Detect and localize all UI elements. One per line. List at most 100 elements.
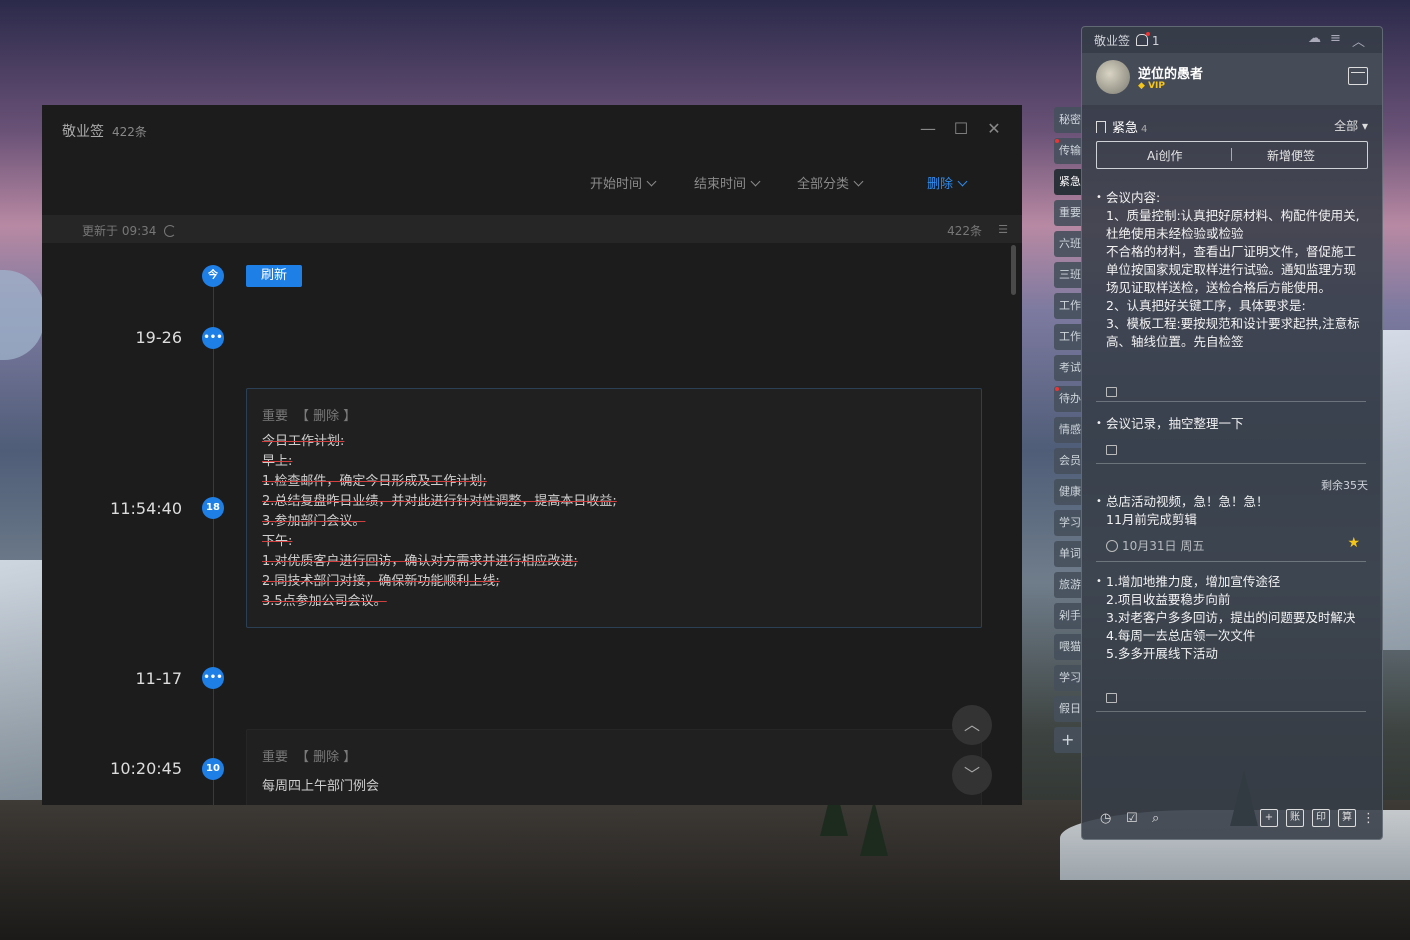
card-line: 早上: — [262, 454, 293, 469]
card-header: 重要【 删除 】 — [262, 746, 981, 765]
refresh-icon[interactable] — [164, 225, 177, 237]
side-tab[interactable]: 剁手 — [1054, 603, 1082, 629]
side-tab[interactable]: 秘密 — [1054, 107, 1082, 133]
note-card[interactable]: 重要【 删除 】 每周四上午部门例会 — [246, 729, 982, 805]
updated-time: 更新于 09:34 — [82, 222, 177, 239]
note-card[interactable]: 重要【 删除 】 今日工作计划: 早上: 1.检查邮件，确定今日形成及工作计划;… — [246, 388, 982, 628]
username: 逆位的愚者 — [1138, 67, 1204, 82]
background-lake — [0, 270, 44, 360]
chevron-down-icon — [853, 176, 864, 187]
timeline-expand-dot[interactable]: ••• — [202, 327, 224, 349]
minimize-icon[interactable]: — — [918, 119, 938, 139]
due-date: 10月31日 周五 — [1106, 537, 1204, 554]
maximize-icon[interactable]: ☐ — [951, 119, 971, 139]
side-tab[interactable]: 学习 — [1054, 665, 1082, 691]
ledger-button[interactable]: 账 — [1286, 809, 1304, 827]
side-tab-active[interactable]: 紧急 — [1054, 169, 1082, 195]
note-count: 422条 — [112, 125, 147, 139]
card-line: 3.参加部门会议。 — [262, 514, 366, 529]
lock-icon — [1106, 693, 1117, 703]
side-tab[interactable]: 考试 — [1054, 355, 1082, 381]
card-line: 2.总结复盘昨日业绩，并对此进行针对性调整，提高本日收益; — [262, 494, 617, 509]
panel-action-bar: Ai创作 新增便签 — [1096, 141, 1368, 169]
more-icon[interactable]: ⋮ — [1362, 811, 1375, 826]
clock-icon — [1106, 540, 1118, 552]
filter-all-dropdown[interactable]: 全部 ▾ — [1334, 117, 1368, 134]
checklist-icon[interactable]: ☑ — [1126, 811, 1138, 826]
side-tab[interactable]: 单词 — [1054, 541, 1082, 567]
search-icon[interactable]: ⌕ — [1152, 811, 1159, 826]
side-tab[interactable]: 工作 — [1054, 324, 1082, 350]
notif-count: 1 — [1151, 34, 1160, 48]
side-tab[interactable]: 喂猫 — [1054, 634, 1082, 660]
side-tab[interactable]: 会员 — [1054, 448, 1082, 474]
window-title: 敬业签 422条 — [62, 121, 147, 141]
close-icon[interactable]: ✕ — [984, 119, 1004, 139]
note-item[interactable]: • 会议记录，抽空整理一下 — [1096, 415, 1366, 433]
panel-footer: ◷ ☑ ⌕ + 账 印 算 ⋮ — [1082, 807, 1382, 837]
side-tab[interactable]: 待办 — [1054, 386, 1082, 412]
delete-filter[interactable]: 删除 — [927, 173, 968, 192]
note-item[interactable]: • 总店活动视频，急！急！急！ 11月前完成剪辑 — [1096, 493, 1366, 529]
card-line: 今日工作计划: — [262, 434, 345, 449]
add-tab-button[interactable]: + — [1054, 727, 1082, 753]
card-line: 1.检查邮件，确定今日形成及工作计划; — [262, 474, 487, 489]
calculator-button[interactable]: 算 — [1338, 809, 1356, 827]
scrollbar[interactable] — [1011, 245, 1016, 295]
remaining-days: 剩余35天 — [1321, 479, 1368, 492]
print-button[interactable]: 印 — [1312, 809, 1330, 827]
timeline-date: 19-26 — [135, 328, 183, 347]
avatar[interactable] — [1096, 60, 1130, 94]
side-tab[interactable]: 三班 — [1054, 262, 1082, 288]
main-window: 敬业签 422条 — ☐ ✕ 开始时间 结束时间 全部分类 删除 更新于 09:3… — [42, 105, 1022, 805]
divider — [1231, 148, 1232, 161]
card-line: 下午: — [262, 534, 293, 549]
list-view-icon[interactable]: ☰ — [998, 223, 1008, 236]
collapse-icon[interactable]: ︿ — [1352, 31, 1365, 50]
app-title: 敬业签 — [62, 124, 104, 140]
chevron-down-icon — [957, 176, 968, 187]
card-tag: 重要 — [262, 750, 289, 765]
scroll-down-button[interactable]: ﹀ — [952, 755, 992, 795]
side-tab[interactable]: 重要 — [1054, 200, 1082, 226]
side-tab[interactable]: 健康 — [1054, 479, 1082, 505]
side-tab[interactable]: 六班 — [1054, 231, 1082, 257]
bell-icon[interactable] — [1136, 32, 1151, 46]
side-tab[interactable]: 学习 — [1054, 510, 1082, 536]
refresh-button[interactable]: 刷新 — [246, 265, 302, 287]
side-tab[interactable]: 情感 — [1054, 417, 1082, 443]
note-item[interactable]: • 会议内容: 1、质量控制:认真把好原材料、构配件使用关,杜绝使用未经检验或检… — [1096, 189, 1366, 385]
side-tab[interactable]: 传输 — [1054, 138, 1082, 164]
user-bar: 逆位的愚者 ◆ VIP — [1082, 53, 1382, 105]
end-time-filter[interactable]: 结束时间 — [694, 173, 761, 192]
panel-title-bar: 敬业签 1 — [1094, 32, 1160, 48]
side-tab[interactable]: 旅游 — [1054, 572, 1082, 598]
background-snow-right — [1380, 330, 1410, 650]
scroll-up-button[interactable]: ︿ — [952, 705, 992, 745]
star-icon[interactable]: ★ — [1347, 535, 1360, 551]
vip-badge: ◆ VIP — [1138, 81, 1165, 91]
lock-icon — [1106, 387, 1117, 397]
timeline-count-badge: 18 — [202, 497, 224, 519]
card-delete-link[interactable]: 【 删除 】 — [296, 750, 356, 765]
ai-create-button[interactable]: Ai创作 — [1147, 147, 1183, 164]
lock-icon — [1106, 445, 1117, 455]
card-delete-link[interactable]: 【 删除 】 — [296, 409, 356, 424]
side-tab[interactable]: 假日 — [1054, 696, 1082, 722]
note-item[interactable]: • 1.增加地推力度，增加宣传途径 2.项目收益要稳步向前 3.对老客户多多回访… — [1096, 573, 1366, 663]
timeline-expand-dot[interactable]: ••• — [202, 667, 224, 689]
side-tab[interactable]: 工作 — [1054, 293, 1082, 319]
start-time-filter[interactable]: 开始时间 — [590, 173, 657, 192]
card-line: 2.同技术部门对接，确保新功能顺利上线; — [262, 574, 500, 589]
chevron-down-icon — [750, 176, 761, 187]
card-line: 1.对优质客户进行回访，确认对方需求并进行相应改进; — [262, 554, 578, 569]
menu-icon[interactable]: ≡ — [1330, 31, 1341, 46]
bookmark-icon — [1096, 121, 1106, 133]
cloud-sync-icon[interactable]: ☁ — [1308, 31, 1321, 46]
category-filter[interactable]: 全部分类 — [797, 173, 864, 192]
add-box-button[interactable]: + — [1260, 809, 1278, 827]
timeline-date: 11-17 — [135, 669, 183, 688]
calendar-icon[interactable] — [1348, 67, 1368, 85]
new-note-button[interactable]: 新增便签 — [1267, 147, 1315, 164]
history-icon[interactable]: ◷ — [1100, 811, 1111, 826]
